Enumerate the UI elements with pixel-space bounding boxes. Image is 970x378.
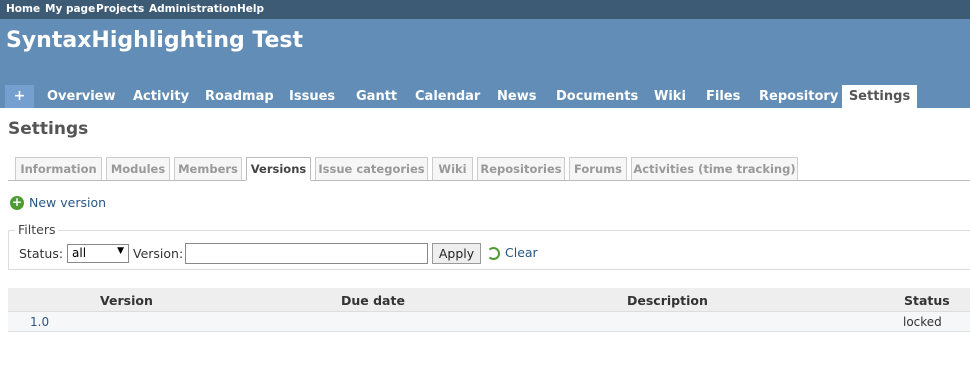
page-title: Settings	[8, 119, 89, 139]
top-menu-projects[interactable]: Projects	[96, 3, 144, 15]
chevron-down-icon: ▼	[117, 246, 124, 256]
main-tab-files[interactable]: Files	[706, 85, 740, 108]
top-menu-home[interactable]: Home	[6, 3, 40, 15]
tab-members[interactable]: Members	[174, 157, 242, 181]
main-tab-activity[interactable]: Activity	[133, 85, 189, 108]
main-tab-wiki[interactable]: Wiki	[654, 85, 686, 108]
main-tab-gantt[interactable]: Gantt	[356, 85, 397, 108]
top-menu-my-page[interactable]: My page	[45, 3, 95, 15]
main-tab-repository[interactable]: Repository	[759, 85, 838, 108]
top-menu-help[interactable]: Help	[237, 3, 264, 15]
tab-activities[interactable]: Activities (time tracking)	[631, 157, 798, 181]
tab-issue-categories[interactable]: Issue categories	[315, 157, 428, 181]
main-tab-overview[interactable]: Overview	[47, 85, 116, 108]
version-input[interactable]	[185, 243, 428, 264]
main-tab-documents[interactable]: Documents	[556, 85, 638, 108]
tab-modules[interactable]: Modules	[106, 157, 170, 181]
tab-versions[interactable]: Versions	[246, 157, 311, 181]
new-object-button[interactable]: +	[5, 85, 34, 108]
status-cell: locked	[903, 315, 942, 329]
main-tab-calendar[interactable]: Calendar	[415, 85, 480, 108]
reload-icon[interactable]	[487, 247, 500, 260]
tab-forums[interactable]: Forums	[569, 157, 627, 181]
table-header: Version Due date Description Status	[8, 288, 970, 312]
new-version-label: New version	[29, 195, 107, 210]
filters-legend: Filters	[15, 222, 59, 237]
main-tab-settings[interactable]: Settings	[842, 85, 917, 108]
project-title: SyntaxHighlighting Test	[6, 28, 303, 53]
apply-button[interactable]: Apply	[432, 243, 481, 264]
tab-repositories[interactable]: Repositories	[477, 157, 565, 181]
status-select[interactable]: all ▼	[67, 244, 129, 263]
main-tab-roadmap[interactable]: Roadmap	[205, 85, 274, 108]
status-label: Status:	[19, 246, 64, 261]
top-menu: Home My page Projects Administration Hel…	[0, 0, 970, 19]
column-header-due-date[interactable]: Due date	[341, 293, 405, 308]
version-label: Version:	[133, 246, 184, 261]
main-tab-issues[interactable]: Issues	[289, 85, 335, 108]
top-menu-administration[interactable]: Administration	[149, 3, 237, 15]
tab-wiki[interactable]: Wiki	[432, 157, 473, 181]
add-icon: +	[10, 195, 24, 210]
main-tab-news[interactable]: News	[497, 85, 536, 108]
status-select-value: all	[72, 246, 87, 260]
version-link[interactable]: 1.0	[30, 315, 49, 329]
tab-information[interactable]: Information	[15, 157, 102, 181]
column-header-version[interactable]: Version	[100, 293, 153, 308]
clear-link[interactable]: Clear	[505, 245, 538, 260]
column-header-status[interactable]: Status	[904, 293, 950, 308]
table-row: 1.0 locked	[8, 312, 970, 332]
column-header-description[interactable]: Description	[627, 293, 708, 308]
